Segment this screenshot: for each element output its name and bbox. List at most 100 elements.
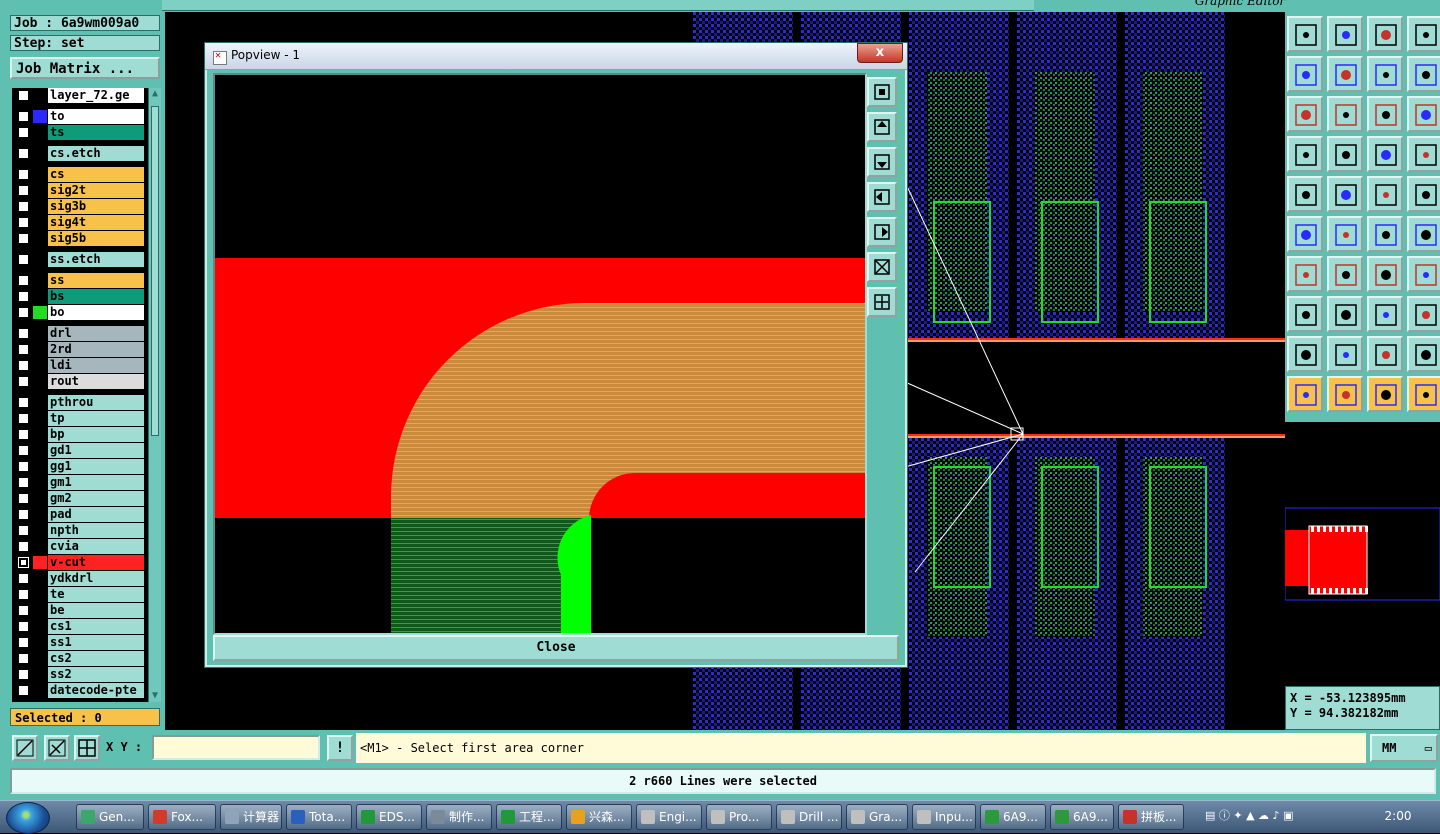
layer-name[interactable]: gg1: [48, 459, 144, 474]
layer-color-swatch[interactable]: [33, 572, 47, 585]
layer-checkbox[interactable]: [18, 461, 29, 472]
taskbar-item[interactable]: 工程...: [496, 804, 562, 830]
layer-name[interactable]: be: [48, 603, 144, 618]
layer-name[interactable]: cs: [48, 167, 144, 182]
layer-color-swatch[interactable]: [33, 232, 47, 245]
layer-color-swatch[interactable]: [33, 652, 47, 665]
popview-titlebar[interactable]: Popview - 1 x: [205, 43, 907, 70]
layer-name[interactable]: datecode-pte: [48, 683, 144, 698]
layer-name[interactable]: ss: [48, 273, 144, 288]
taskbar-item[interactable]: Engi...: [636, 804, 702, 830]
pointer-frame-icon[interactable]: [1367, 376, 1403, 412]
layer-row-ss[interactable]: ss: [14, 273, 146, 288]
layer-name[interactable]: cs2: [48, 651, 144, 666]
pointer-route-icon[interactable]: [1407, 376, 1440, 412]
layer-color-swatch[interactable]: [33, 306, 47, 319]
layer-right-icon[interactable]: [1327, 56, 1363, 92]
taskbar-item[interactable]: Tota...: [286, 804, 352, 830]
layer-name[interactable]: cs.etch: [48, 146, 144, 161]
layer-color-swatch[interactable]: [33, 636, 47, 649]
arch-b-icon[interactable]: [1407, 336, 1440, 372]
layer-color-swatch[interactable]: [33, 556, 47, 569]
home-icon[interactable]: [1367, 16, 1403, 52]
layer-checkbox[interactable]: [18, 376, 29, 387]
connect-icon[interactable]: [1327, 136, 1363, 172]
cross-icon[interactable]: [1327, 216, 1363, 252]
popview-zoom-view[interactable]: [213, 73, 867, 635]
snap-icon[interactable]: [12, 735, 38, 761]
angle-icon[interactable]: [1287, 256, 1323, 292]
layer-row-cs-etch[interactable]: cs.etch: [14, 146, 146, 161]
layer-checkbox[interactable]: [18, 653, 29, 664]
layer-row-npth[interactable]: npth: [14, 523, 146, 538]
layer-color-swatch[interactable]: [33, 668, 47, 681]
layer-checkbox[interactable]: [18, 127, 29, 138]
scroll-thumb[interactable]: [151, 106, 159, 436]
layer-name[interactable]: 2rd: [48, 342, 144, 357]
layer-row-bo[interactable]: bo: [14, 305, 146, 320]
layer-name[interactable]: npth: [48, 523, 144, 538]
taskbar-item[interactable]: Inpu...: [912, 804, 976, 830]
taskbar-item[interactable]: 兴森...: [566, 804, 632, 830]
layer-name[interactable]: sig4t: [48, 215, 144, 230]
taskbar-item[interactable]: Gra...: [846, 804, 908, 830]
layer-name[interactable]: gd1: [48, 443, 144, 458]
node-edit-icon[interactable]: [1287, 216, 1323, 252]
undo-view-icon[interactable]: [1367, 56, 1403, 92]
layer-checkbox[interactable]: [18, 557, 29, 568]
help-icon[interactable]: [1407, 96, 1440, 132]
layer-color-swatch[interactable]: [33, 508, 47, 521]
layer-name[interactable]: pad: [48, 507, 144, 522]
measure-icon[interactable]: [44, 735, 70, 761]
group-icon[interactable]: [1407, 296, 1440, 332]
taskbar-item[interactable]: 6A9...: [980, 804, 1046, 830]
layer-row-cs2[interactable]: cs2: [14, 651, 146, 666]
popview-close-button[interactable]: Close: [213, 635, 899, 661]
line-draw-icon[interactable]: [1327, 256, 1363, 292]
layer-color-swatch[interactable]: [33, 412, 47, 425]
layer-left-icon[interactable]: [1287, 56, 1323, 92]
taskbar-item[interactable]: 拼板...: [1118, 804, 1184, 830]
layer-row-sig5b[interactable]: sig5b: [14, 231, 146, 246]
layer-name[interactable]: ss2: [48, 667, 144, 682]
layer-checkbox[interactable]: [18, 328, 29, 339]
taskbar-item[interactable]: EDS...: [356, 804, 422, 830]
taskbar-item[interactable]: Fox...: [148, 804, 216, 830]
layer-color-swatch[interactable]: [33, 253, 47, 266]
layer-checkbox[interactable]: [18, 477, 29, 488]
move-point-icon[interactable]: [1367, 216, 1403, 252]
layer-name[interactable]: v-cut: [48, 555, 144, 570]
dash-icon[interactable]: [1327, 296, 1363, 332]
layer-checkbox[interactable]: [18, 185, 29, 196]
layer-row-2rd[interactable]: 2rd: [14, 342, 146, 357]
layer-row-to[interactable]: to: [14, 109, 146, 124]
tweak-icon[interactable]: [1287, 136, 1323, 172]
arc-icon[interactable]: [1367, 256, 1403, 292]
exclaim-button[interactable]: !: [327, 735, 353, 761]
zoom-step-icon[interactable]: [1327, 96, 1363, 132]
layer-color-swatch[interactable]: [33, 540, 47, 553]
layer-row-gg1[interactable]: gg1: [14, 459, 146, 474]
taskbar-item[interactable]: Drill ...: [776, 804, 842, 830]
layer-name[interactable]: layer_72.ge: [48, 88, 144, 103]
layer-color-swatch[interactable]: [33, 290, 47, 303]
layer-down-icon[interactable]: [1327, 16, 1363, 52]
layer-color-swatch[interactable]: [33, 89, 47, 102]
layer-checkbox[interactable]: [18, 111, 29, 122]
layer-name[interactable]: gm2: [48, 491, 144, 506]
layer-checkbox[interactable]: [18, 344, 29, 355]
layer-checkbox[interactable]: [18, 201, 29, 212]
layer-checkbox[interactable]: [18, 169, 29, 180]
layer-color-swatch[interactable]: [33, 460, 47, 473]
layer-name[interactable]: rout: [48, 374, 144, 389]
layer-name[interactable]: ts: [48, 125, 144, 140]
popview-close-icon[interactable]: x: [857, 43, 903, 63]
layer-checkbox[interactable]: [18, 275, 29, 286]
pointer-icon[interactable]: [1287, 376, 1323, 412]
layer-checkbox[interactable]: [18, 307, 29, 318]
layer-row-pthrou[interactable]: pthrou: [14, 395, 146, 410]
layer-name[interactable]: ss.etch: [48, 252, 144, 267]
layer-row-gm1[interactable]: gm1: [14, 475, 146, 490]
layer-row-be[interactable]: be: [14, 603, 146, 618]
layer-row-tp[interactable]: tp: [14, 411, 146, 426]
